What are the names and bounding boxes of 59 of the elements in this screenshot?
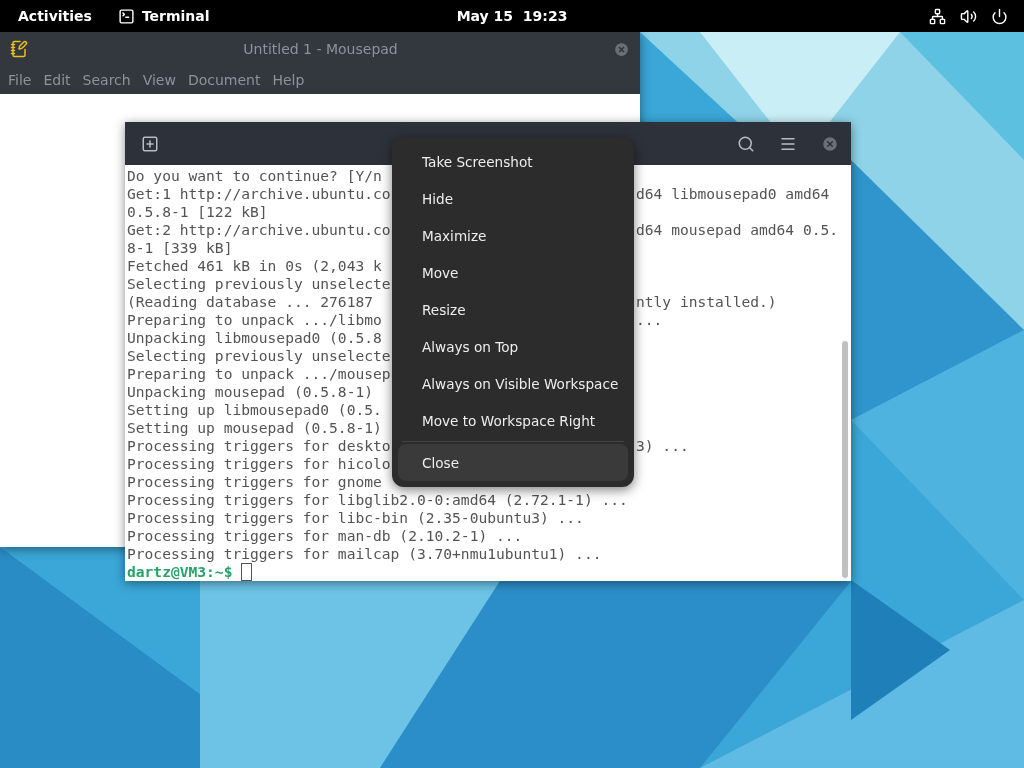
app-name: Terminal bbox=[141, 8, 210, 24]
menu-item[interactable]: Move to Workspace Right bbox=[398, 402, 628, 439]
scrollbar[interactable] bbox=[842, 341, 848, 578]
terminal-line: Processing triggers for hicolo bbox=[127, 455, 391, 472]
menu-item[interactable]: Search bbox=[76, 72, 137, 88]
terminal-icon bbox=[117, 7, 135, 25]
menu-item[interactable]: Hide bbox=[398, 180, 628, 217]
app-menu-button[interactable]: Terminal bbox=[107, 0, 220, 32]
terminal-line: Processing triggers for man-db (2.10.2-1) ... bbox=[127, 527, 523, 544]
clock[interactable]: May 15 19:23 bbox=[456, 8, 568, 24]
menu-item[interactable]: Close bbox=[398, 444, 628, 481]
terminal-line: d64 mousepad amd64 0.5. bbox=[636, 221, 839, 239]
window-title: Untitled 1 - Mousepad bbox=[243, 41, 398, 57]
terminal-line: 0.5.8-1 [122 kB] bbox=[127, 203, 268, 220]
terminal-line: d64 libmousepad0 amd64 bbox=[636, 185, 830, 203]
menu-item[interactable]: Move bbox=[398, 254, 628, 291]
terminal-line: Processing triggers for deskto bbox=[127, 437, 391, 455]
power-icon[interactable] bbox=[991, 7, 1008, 25]
terminal-line: Setting up libmousepad0 (0.5. bbox=[127, 401, 382, 418]
terminal-line: ntly installed.) bbox=[636, 293, 777, 311]
activities-button[interactable]: Activities bbox=[8, 0, 102, 32]
terminal-line: 3) ... bbox=[636, 437, 689, 455]
search-icon[interactable] bbox=[737, 134, 755, 153]
menu-item[interactable]: Always on Top bbox=[398, 328, 628, 365]
shell-prompt: dartz@VM3:~$ bbox=[127, 563, 233, 581]
terminal-line: Do you want to continue? [Y/n bbox=[127, 167, 382, 184]
close-icon[interactable] bbox=[821, 134, 839, 153]
notepad-icon bbox=[10, 40, 28, 58]
network-icon[interactable] bbox=[929, 7, 946, 25]
terminal-line: Processing triggers for gnome bbox=[127, 473, 382, 490]
terminal-line: Get:2 http://archive.ubuntu.co bbox=[127, 221, 391, 239]
terminal-line: Preparing to unpack .../libmo bbox=[127, 311, 382, 329]
terminal-line: Processing triggers for mailcap (3.70+nmu1ubuntu1) ... bbox=[127, 545, 602, 562]
terminal-line: Fetched 461 kB in 0s (2,043 k bbox=[127, 257, 382, 274]
terminal-line: Setting up mousepad (0.5.8-1) bbox=[127, 419, 382, 436]
terminal-line: Unpacking libmousepad0 (0.5.8 bbox=[127, 329, 382, 346]
terminal-line: Unpacking mousepad (0.5.8-1) bbox=[127, 383, 373, 400]
terminal-line: ... bbox=[636, 311, 663, 329]
menu-item[interactable]: Resize bbox=[398, 291, 628, 328]
terminal-line: (Reading database ... 276187 bbox=[127, 293, 373, 311]
menu-item[interactable]: Help bbox=[266, 72, 311, 88]
terminal-line: Get:1 http://archive.ubuntu.co bbox=[127, 185, 391, 203]
menu-item[interactable]: File bbox=[2, 72, 38, 88]
menu-item[interactable]: Take Screenshot bbox=[398, 143, 628, 180]
terminal-line: Preparing to unpack .../mousep bbox=[127, 365, 391, 382]
terminal-line: Selecting previously unselecte bbox=[127, 347, 391, 364]
menu-item[interactable]: Document bbox=[181, 72, 267, 88]
menu-item[interactable]: View bbox=[136, 72, 182, 88]
menu-item[interactable]: Maximize bbox=[398, 217, 628, 254]
new-tab-icon[interactable] bbox=[141, 134, 159, 153]
close-icon[interactable] bbox=[613, 40, 630, 58]
menu-item[interactable]: Edit bbox=[37, 72, 77, 88]
terminal-line: Processing triggers for libglib2.0-0:amd64 (2.72.1-1) ... bbox=[127, 491, 628, 508]
menu-item[interactable]: Always on Visible Workspace bbox=[398, 365, 628, 402]
terminal-line: Processing triggers for libc-bin (2.35-0ubuntu3) ... bbox=[127, 509, 584, 526]
terminal-line: 8-1 [339 kB] bbox=[127, 239, 233, 256]
terminal-line: Selecting previously unselecte bbox=[127, 275, 391, 292]
volume-icon[interactable] bbox=[960, 7, 977, 25]
text-cursor bbox=[241, 563, 253, 581]
